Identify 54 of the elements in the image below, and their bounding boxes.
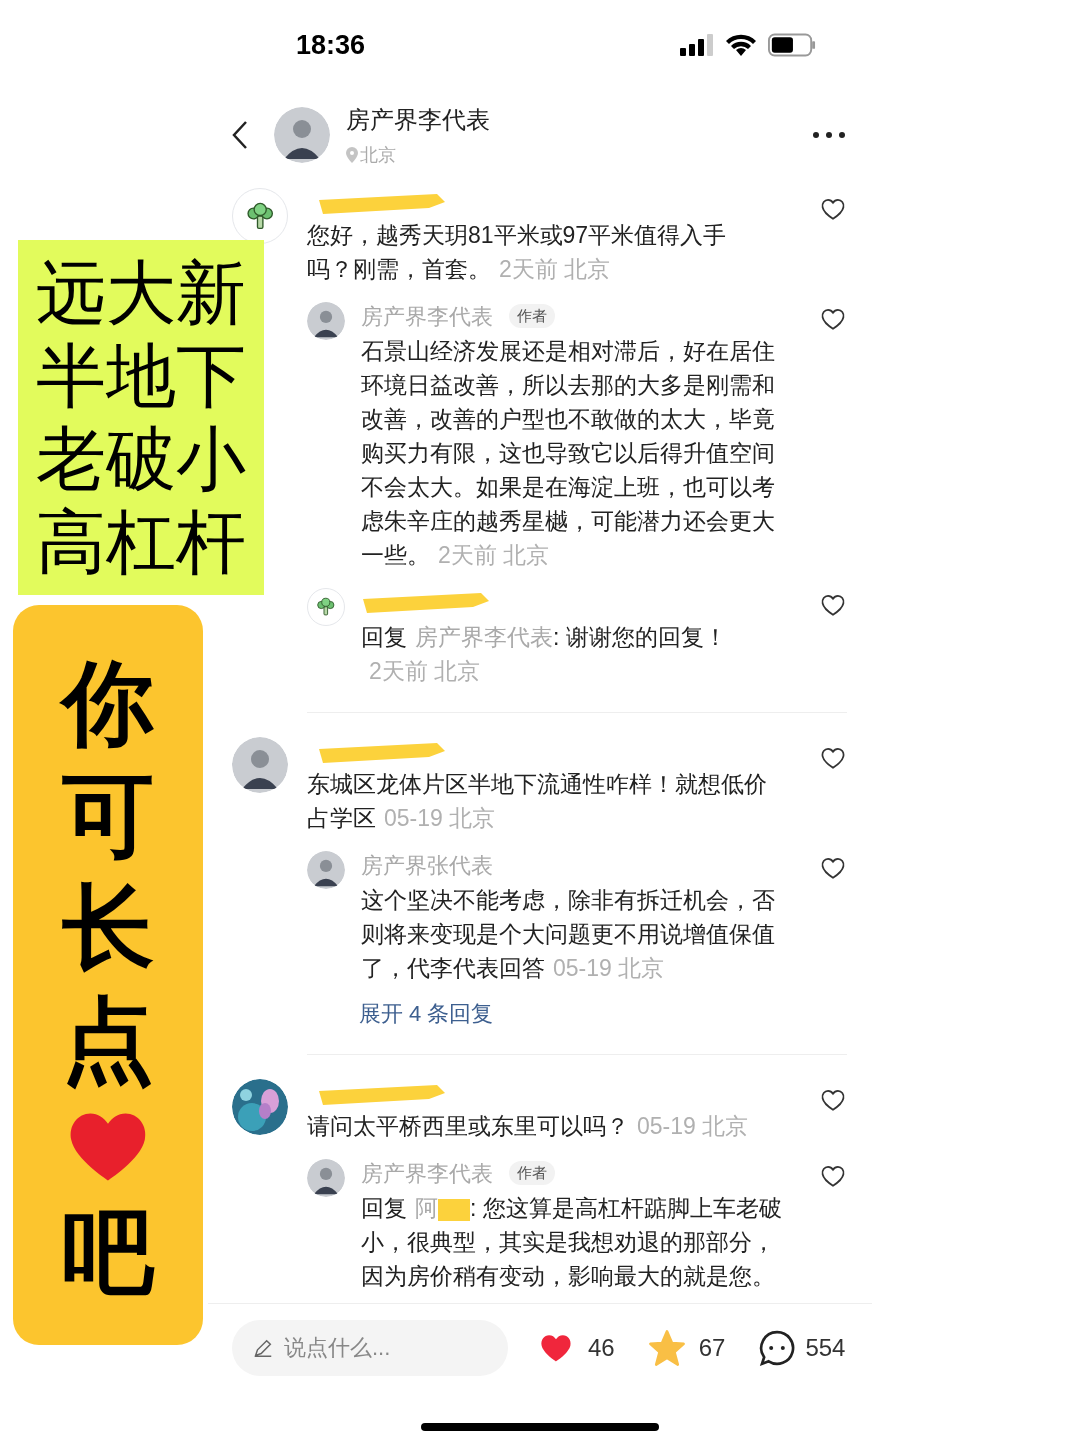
wifi-icon xyxy=(726,34,756,56)
author-name[interactable]: 房产界李代表 xyxy=(361,1156,493,1190)
heart-icon[interactable] xyxy=(819,745,847,771)
comment-text: 回复 房产界李代表: 谢谢您的回复！ 2天前 北京 xyxy=(361,623,728,686)
heart-icon[interactable] xyxy=(819,592,847,618)
avatar[interactable] xyxy=(232,737,288,793)
author-name[interactable]: 房产界李代表 xyxy=(346,101,490,138)
comment-meta: 05-19 北京 xyxy=(384,805,496,831)
author-badge: 作者 xyxy=(509,1160,555,1186)
headline-line: 老破小 xyxy=(36,418,247,500)
comment-meta: 05-19 北京 xyxy=(553,955,665,981)
pencil-icon xyxy=(252,1337,274,1359)
favorite-count: 67 xyxy=(698,1333,726,1363)
comment-meta: 2天前 北京 xyxy=(499,256,611,282)
heart-icon[interactable] xyxy=(819,306,847,332)
more-icon[interactable] xyxy=(812,131,846,139)
heart-icon[interactable] xyxy=(819,1087,847,1113)
comment-meta: 2天前 北京 xyxy=(369,658,481,684)
battery-icon xyxy=(768,33,816,57)
comment-text: 您好，越秀天玥81平米或97平米值得入手吗？刚需，首套。 2天前 北京 xyxy=(307,221,728,284)
headline-line: 半地下 xyxy=(36,335,247,417)
avatar[interactable] xyxy=(307,1159,345,1197)
comment-count: 554 xyxy=(805,1333,846,1363)
broccoli-icon xyxy=(315,596,337,618)
comment-meta: 2天前 北京 xyxy=(438,542,550,568)
comment-text: 这个坚决不能考虑，除非有拆迁机会，否则将来变现是个大问题更不用说增值保值了，代李代表回答 05-19 北京 xyxy=(361,886,776,983)
avatar[interactable] xyxy=(307,302,345,340)
comment-input[interactable]: 说点什么... xyxy=(232,1320,508,1376)
author-name[interactable]: 房产界李代表 xyxy=(361,299,493,333)
status-time: 18:36 xyxy=(296,28,366,62)
comment-text: 请问太平桥西里或东里可以吗？ 05-19 北京 xyxy=(307,1112,750,1141)
headline-line: 高杠杆 xyxy=(36,501,247,583)
expand-replies-link[interactable]: 展开 4 条回复 xyxy=(359,997,494,1030)
avatar[interactable] xyxy=(307,588,345,626)
avatar[interactable] xyxy=(307,851,345,889)
heart-icon[interactable] xyxy=(819,855,847,881)
avatar[interactable] xyxy=(274,107,330,163)
avatar[interactable] xyxy=(232,188,288,244)
location-text: 北京 xyxy=(360,143,396,167)
author-name[interactable]: 房产界张代表 xyxy=(361,848,493,882)
heart-icon[interactable] xyxy=(819,1163,847,1189)
comment-text: 回复 阿 : 您这算是高杠杆踮脚上车老破小，很典型，其实是我想劝退的那部分，因为房价稍有变动，影响最大的就是您。 xyxy=(361,1194,783,1291)
slogan-text: 吧 xyxy=(62,1201,154,1304)
comment-text: 东城区龙体片区半地下流通性咋样！就想低价占学区 05-19 北京 xyxy=(307,770,768,833)
comment-meta: 05-19 北京 xyxy=(637,1113,749,1139)
star-icon[interactable] xyxy=(646,1328,687,1368)
like-count: 46 xyxy=(588,1333,615,1363)
heart-icon[interactable] xyxy=(819,196,847,222)
headline-line: 远大新 xyxy=(36,252,247,334)
author-badge: 作者 xyxy=(509,303,555,329)
back-icon[interactable] xyxy=(232,120,248,150)
signal-icon xyxy=(680,34,714,56)
comment-text: 石景山经济发展还是相对滞后，好在居住环境日益改善，所以去那的大多是刚需和改善，改善的户型也不敢做的太大，毕竟购买力有限，这也导致它以后得升值空间不会太大。如果是在海淀上班，也可以考虑朱辛庄的越秀星樾，可能潜力还会更大一些。 2天前 北京 xyxy=(361,337,776,570)
location-pin-icon xyxy=(346,147,358,163)
